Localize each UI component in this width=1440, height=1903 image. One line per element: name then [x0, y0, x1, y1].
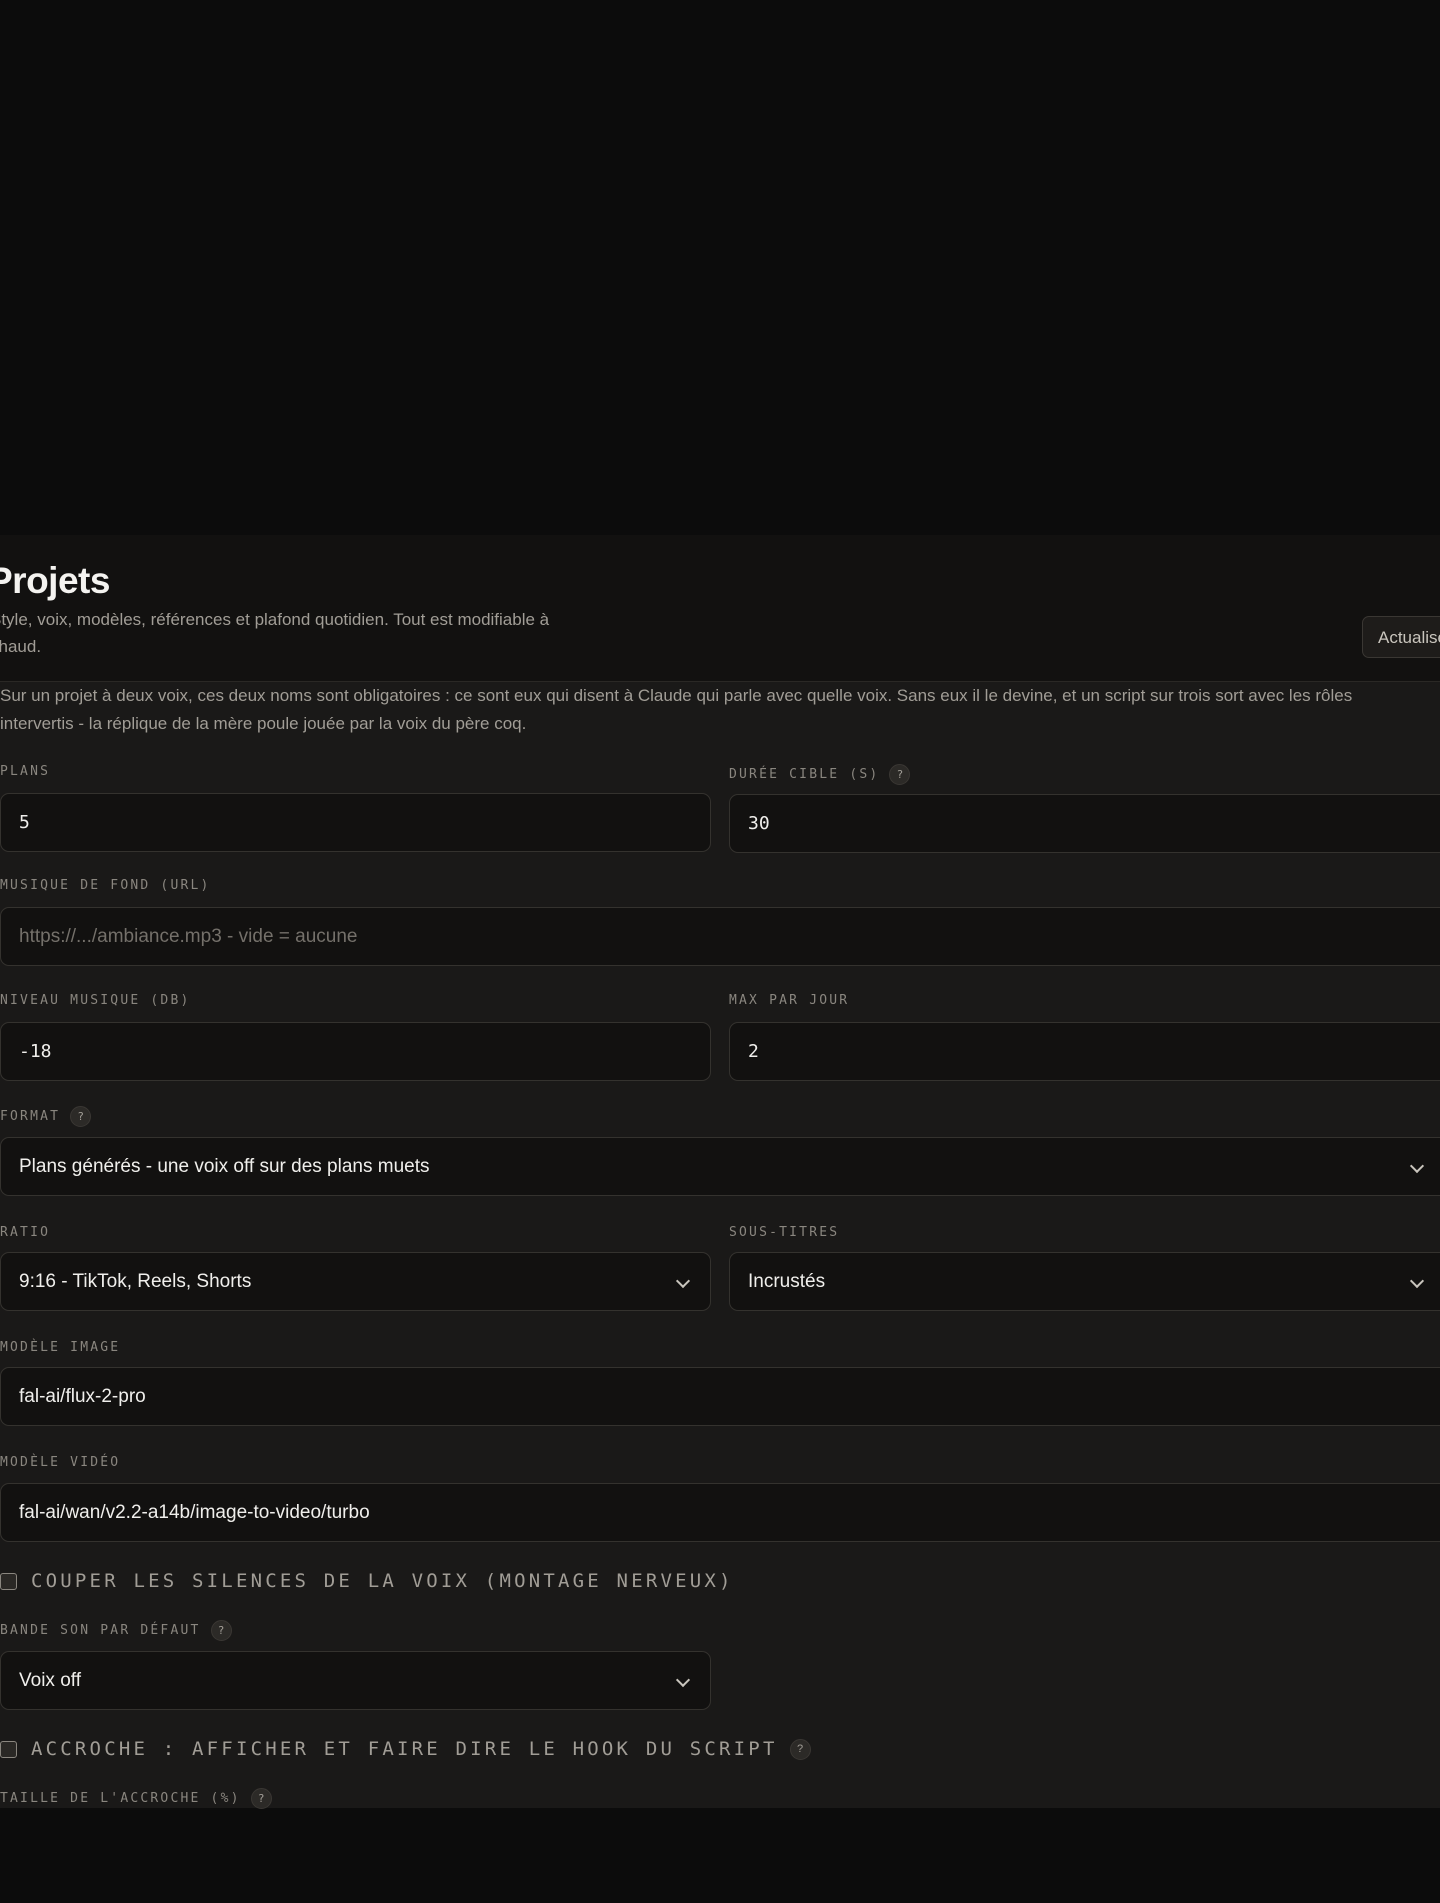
- bande-son-select[interactable]: Voix off: [0, 1651, 711, 1710]
- ratio-label: Ratio: [0, 1225, 51, 1240]
- musique-url-input[interactable]: https://.../ambiance.mp3 - vide = aucune: [0, 907, 1440, 966]
- accroche-row[interactable]: Accroche : afficher et faire dire le hoo…: [0, 1738, 811, 1760]
- page-subtitle: Style, voix, modèles, références et plaf…: [0, 610, 550, 656]
- help-icon[interactable]: ?: [250, 1788, 272, 1809]
- help-icon[interactable]: ?: [889, 764, 911, 785]
- taille-accroche-label: Taille de l'accroche (%)?: [0, 1788, 272, 1809]
- soustitres-label: Sous-titres: [729, 1225, 840, 1240]
- top-backdrop: [0, 0, 1440, 535]
- chevron-down-icon: [675, 1273, 691, 1288]
- accroche-label[interactable]: Accroche : afficher et faire dire le hoo…: [31, 1738, 778, 1760]
- duree-label: Durée cible (s)?: [729, 764, 911, 785]
- help-icon[interactable]: ?: [70, 1106, 92, 1127]
- couper-silences-label[interactable]: Couper les silences de la voix (montage …: [31, 1570, 734, 1592]
- niveau-label: Niveau musique (dB): [0, 993, 191, 1008]
- max-label: Max par jour: [729, 993, 850, 1008]
- couper-silences-checkbox[interactable]: [0, 1572, 17, 1590]
- format-label: Format?: [0, 1106, 92, 1127]
- chevron-down-icon: [1409, 1273, 1425, 1288]
- format-select[interactable]: Plans générés - une voix off sur des pla…: [0, 1137, 1440, 1196]
- musique-label: Musique de fond (URL): [0, 878, 211, 893]
- accroche-checkbox[interactable]: [0, 1740, 17, 1758]
- bottom-backdrop: [0, 1808, 1440, 1903]
- niveau-input[interactable]: -18: [0, 1022, 711, 1081]
- bande-son-label: Bande son par défaut?: [0, 1620, 232, 1641]
- help-icon[interactable]: ?: [210, 1620, 232, 1641]
- page-title: Projets: [0, 560, 110, 601]
- plans-input[interactable]: 5: [0, 793, 711, 852]
- modele-video-label: Modèle vidéo: [0, 1455, 121, 1470]
- duree-input[interactable]: 30: [729, 794, 1440, 853]
- refresh-button[interactable]: Actualiser: [1362, 616, 1440, 658]
- help-icon[interactable]: ?: [789, 1738, 811, 1760]
- chevron-down-icon: [675, 1672, 691, 1687]
- modele-image-label: Modèle image: [0, 1340, 121, 1355]
- max-input[interactable]: 2: [729, 1022, 1440, 1081]
- couper-silences-row[interactable]: Couper les silences de la voix (montage …: [0, 1570, 734, 1592]
- chevron-down-icon: [1409, 1158, 1425, 1173]
- voice-names-note: Sur un projet à deux voix, ces deux noms…: [0, 686, 1353, 733]
- plans-label: Plans: [0, 764, 51, 779]
- modele-video-input[interactable]: fal-ai/wan/v2.2-a14b/image-to-video/turb…: [0, 1483, 1440, 1542]
- ratio-select[interactable]: 9:16 - TikTok, Reels, Shorts: [0, 1252, 711, 1311]
- soustitres-select[interactable]: Incrustés: [729, 1252, 1440, 1311]
- modele-image-input[interactable]: fal-ai/flux-2-pro: [0, 1367, 1440, 1426]
